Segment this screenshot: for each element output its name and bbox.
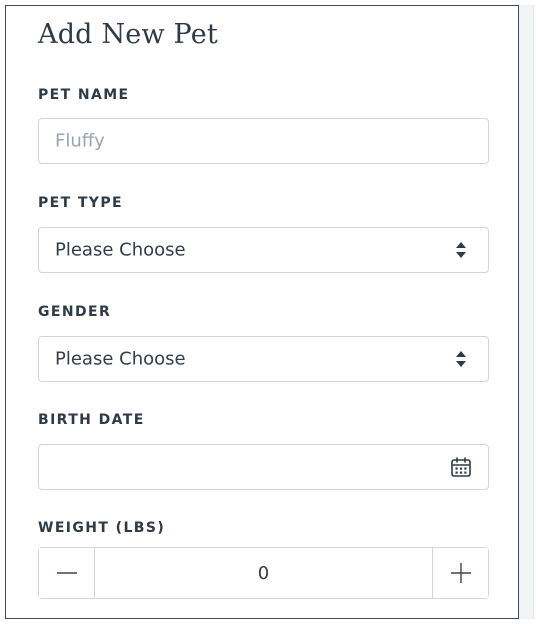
pet-type-select[interactable]: Please Choose	[38, 227, 489, 273]
pet-type-label: PET TYPE	[38, 195, 123, 211]
sort-arrows-icon	[456, 242, 466, 258]
birth-date-field[interactable]	[38, 444, 489, 490]
pet-name-label: PET NAME	[38, 87, 130, 103]
gender-select[interactable]: Please Choose	[38, 336, 489, 382]
plus-icon	[450, 563, 471, 583]
pet-name-field[interactable]: Fluffy	[38, 118, 489, 164]
page-title: Add New Pet	[38, 19, 218, 50]
birth-date-label: BIRTH DATE	[38, 412, 145, 428]
scrollbar-track[interactable]	[519, 5, 534, 619]
pet-type-selected-value: Please Choose	[55, 239, 186, 261]
decrement-button[interactable]	[39, 548, 95, 598]
weight-value[interactable]: 0	[95, 548, 432, 598]
minus-icon	[56, 572, 77, 574]
increment-button[interactable]	[432, 548, 488, 598]
gender-selected-value: Please Choose	[55, 348, 186, 370]
sort-arrows-icon	[456, 351, 466, 367]
pet-name-placeholder: Fluffy	[55, 130, 105, 152]
gender-label: GENDER	[38, 304, 112, 320]
weight-label: WEIGHT (LBS)	[38, 520, 166, 536]
weight-stepper[interactable]: 0	[38, 547, 489, 599]
calendar-icon[interactable]	[450, 456, 472, 478]
